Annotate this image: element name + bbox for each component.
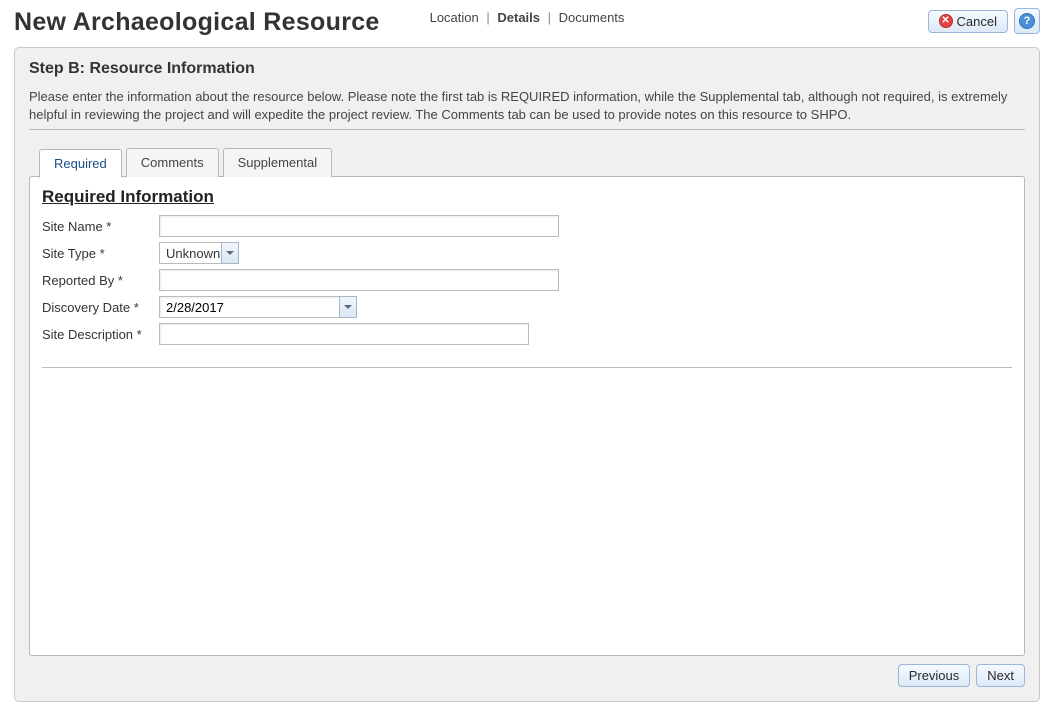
label-site-name: Site Name * <box>42 219 159 234</box>
discovery-date-dropdown-button[interactable] <box>339 296 357 318</box>
breadcrumb: Location | Details | Documents <box>430 10 625 25</box>
row-site-type: Site Type * Unknown <box>42 242 1012 264</box>
cancel-button-label: Cancel <box>957 14 997 29</box>
help-icon: ? <box>1019 13 1035 29</box>
tab-content: Required Information Site Name * Site Ty… <box>29 176 1025 656</box>
chevron-down-icon <box>344 305 352 309</box>
breadcrumb-item-location[interactable]: Location <box>430 10 479 25</box>
cancel-button[interactable]: ✕ Cancel <box>928 10 1008 33</box>
page-title: New Archaeological Resource <box>14 8 380 37</box>
label-site-description: Site Description * <box>42 327 159 342</box>
breadcrumb-separator: | <box>486 10 489 25</box>
site-type-dropdown-button[interactable] <box>221 242 239 264</box>
breadcrumb-item-details[interactable]: Details <box>497 10 540 25</box>
reported-by-input[interactable] <box>159 269 559 291</box>
breadcrumb-separator: | <box>548 10 551 25</box>
cancel-icon: ✕ <box>939 14 953 28</box>
row-discovery-date: Discovery Date * <box>42 296 1012 318</box>
footer-buttons: Previous Next <box>29 664 1025 687</box>
row-reported-by: Reported By * <box>42 269 1012 291</box>
previous-button[interactable]: Previous <box>898 664 971 687</box>
breadcrumb-item-documents[interactable]: Documents <box>559 10 625 25</box>
row-site-description: Site Description * <box>42 323 1012 345</box>
section-heading: Required Information <box>42 187 1012 207</box>
help-button[interactable]: ? <box>1014 8 1040 34</box>
main-panel: Step B: Resource Information Please ente… <box>14 47 1040 702</box>
page-header: New Archaeological Resource Location | D… <box>14 8 1040 37</box>
chevron-down-icon <box>226 251 234 255</box>
site-type-select[interactable]: Unknown <box>159 242 239 264</box>
row-site-name: Site Name * <box>42 215 1012 237</box>
tab-comments[interactable]: Comments <box>126 148 219 177</box>
site-name-input[interactable] <box>159 215 559 237</box>
inner-divider <box>42 367 1012 368</box>
header-buttons: ✕ Cancel ? <box>928 8 1040 34</box>
site-description-input[interactable] <box>159 323 529 345</box>
step-heading: Step B: Resource Information <box>29 60 1025 78</box>
instructions-text: Please enter the information about the r… <box>29 88 1025 123</box>
tab-strip: Required Comments Supplemental <box>39 148 1025 177</box>
site-type-value: Unknown <box>159 242 221 264</box>
tab-required[interactable]: Required <box>39 149 122 178</box>
tab-supplemental[interactable]: Supplemental <box>223 148 333 177</box>
label-reported-by: Reported By * <box>42 273 159 288</box>
divider <box>29 129 1025 130</box>
label-site-type: Site Type * <box>42 246 159 261</box>
next-button[interactable]: Next <box>976 664 1025 687</box>
discovery-date-picker[interactable] <box>159 296 357 318</box>
discovery-date-input[interactable] <box>159 296 339 318</box>
label-discovery-date: Discovery Date * <box>42 300 159 315</box>
